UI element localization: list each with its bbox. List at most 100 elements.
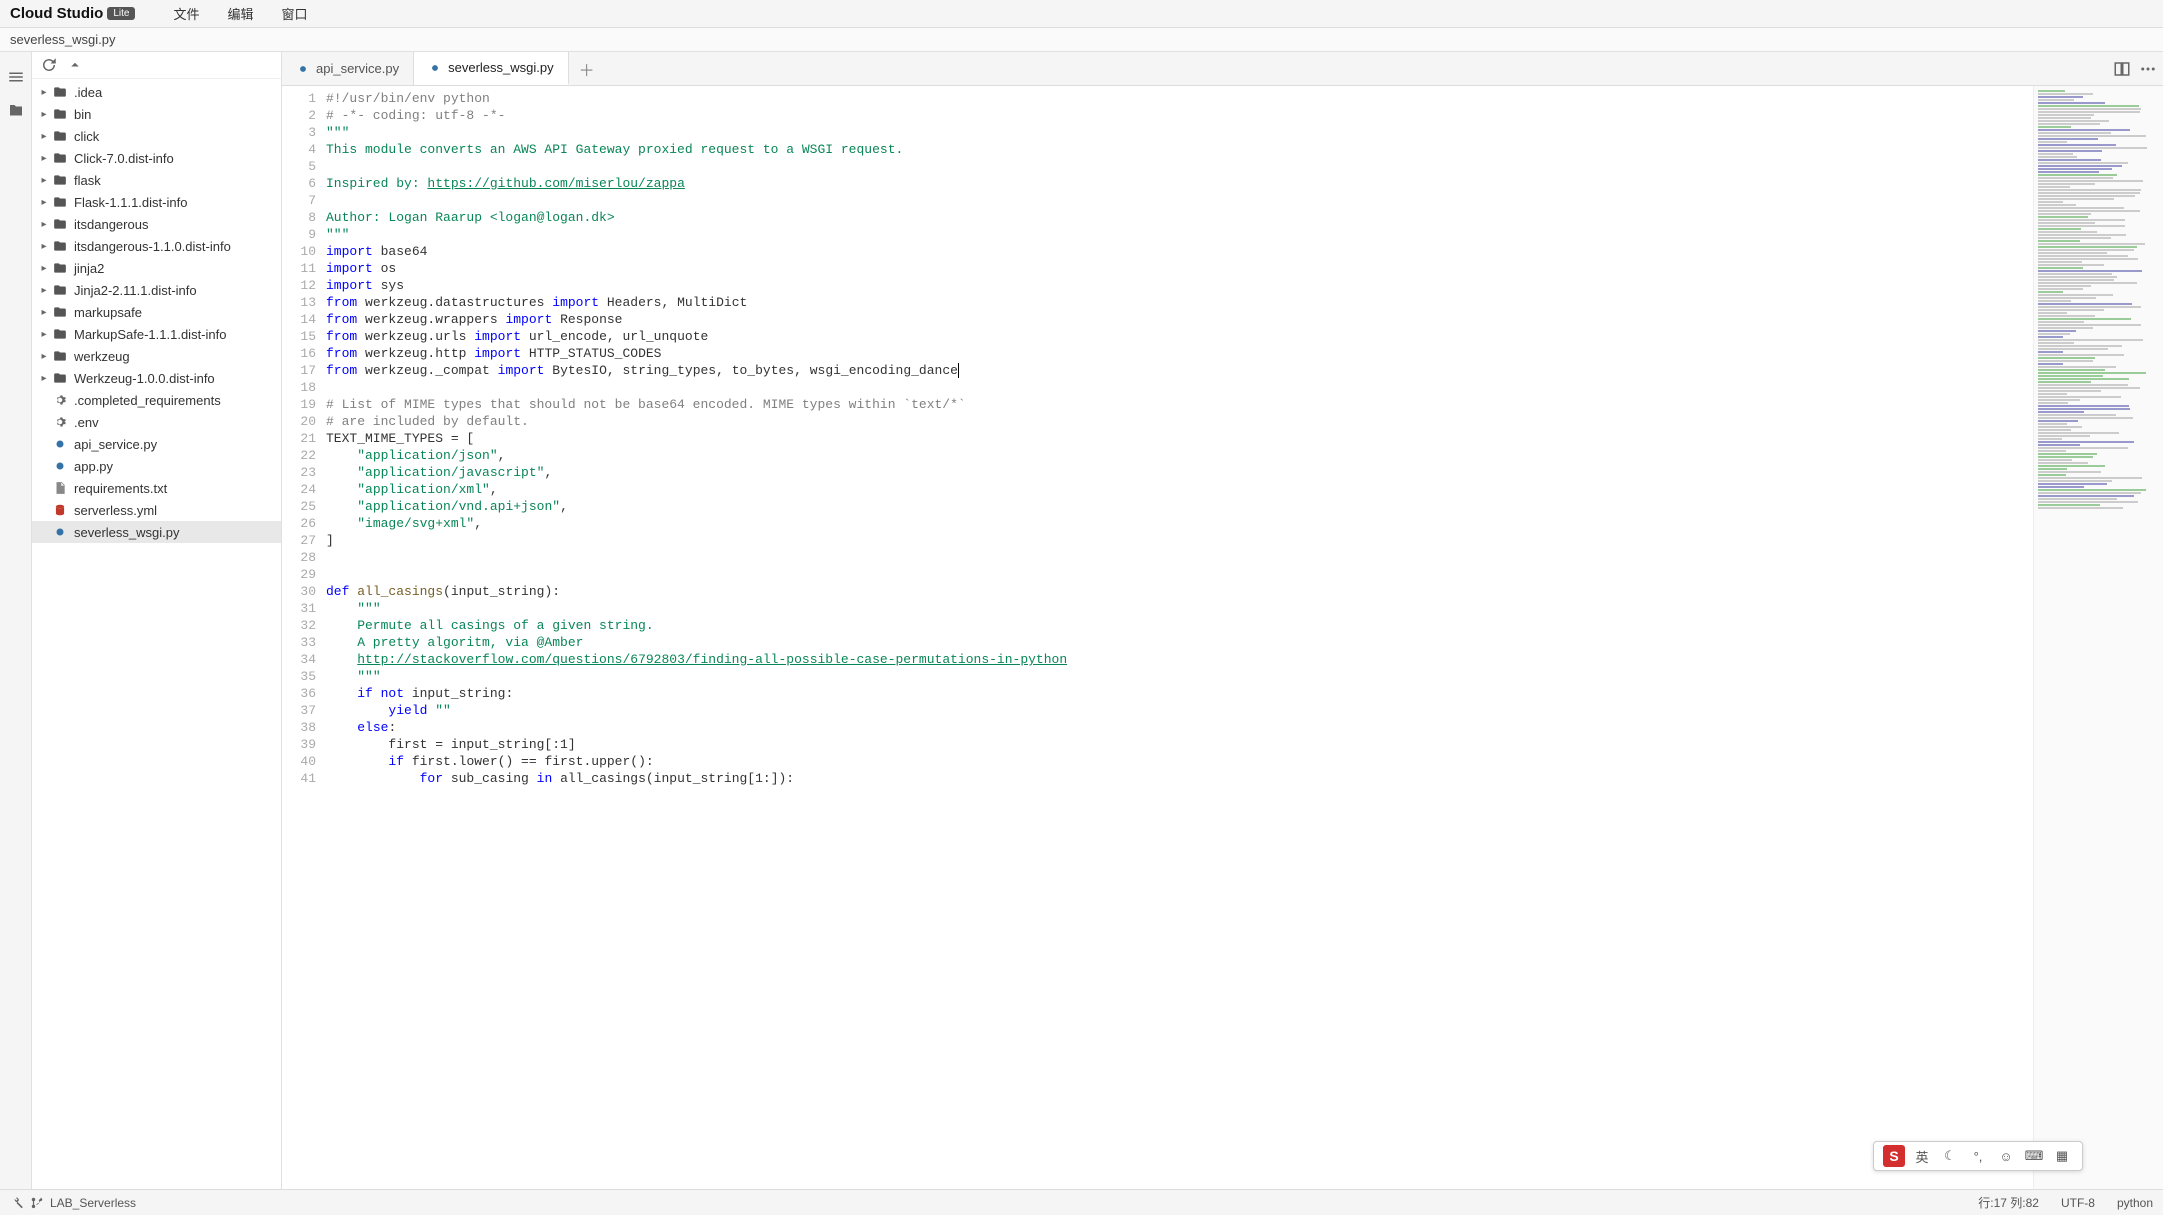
code-line[interactable]: 7 bbox=[282, 192, 2033, 209]
chevron-right-icon[interactable]: ▸ bbox=[38, 373, 50, 384]
ime-keyboard-icon[interactable]: ⌨ bbox=[2023, 1145, 2045, 1167]
code-line[interactable]: 30def all_casings(input_string): bbox=[282, 583, 2033, 600]
code-line[interactable]: 22 "application/json", bbox=[282, 447, 2033, 464]
chevron-right-icon[interactable]: ▸ bbox=[38, 197, 50, 208]
code-content[interactable]: # -*- coding: utf-8 -*- bbox=[326, 107, 505, 124]
ime-punct-icon[interactable]: °, bbox=[1967, 1145, 1989, 1167]
code-line[interactable]: 33 A pretty algoritm, via @Amber bbox=[282, 634, 2033, 651]
code-line[interactable]: 40 if first.lower() == first.upper(): bbox=[282, 753, 2033, 770]
chevron-right-icon[interactable]: ▸ bbox=[38, 285, 50, 296]
code-editor[interactable]: 1#!/usr/bin/env python2# -*- coding: utf… bbox=[282, 86, 2033, 1189]
code-content[interactable]: "application/vnd.api+json", bbox=[326, 498, 568, 515]
code-line[interactable]: 34 http://stackoverflow.com/questions/67… bbox=[282, 651, 2033, 668]
code-line[interactable]: 9""" bbox=[282, 226, 2033, 243]
code-content[interactable]: Author: Logan Raarup <logan@logan.dk> bbox=[326, 209, 615, 226]
code-line[interactable]: 15from werkzeug.urls import url_encode, … bbox=[282, 328, 2033, 345]
chevron-right-icon[interactable]: ▸ bbox=[38, 219, 50, 230]
code-line[interactable]: 38 else: bbox=[282, 719, 2033, 736]
code-line[interactable]: 36 if not input_string: bbox=[282, 685, 2033, 702]
refresh-icon[interactable] bbox=[40, 56, 58, 74]
code-line[interactable]: 39 first = input_string[:1] bbox=[282, 736, 2033, 753]
tree-item-flask[interactable]: ▸flask bbox=[32, 169, 281, 191]
code-line[interactable]: 21TEXT_MIME_TYPES = [ bbox=[282, 430, 2033, 447]
code-content[interactable]: # are included by default. bbox=[326, 413, 529, 430]
code-line[interactable]: 29 bbox=[282, 566, 2033, 583]
code-line[interactable]: 31 """ bbox=[282, 600, 2033, 617]
code-content[interactable]: from werkzeug.http import HTTP_STATUS_CO… bbox=[326, 345, 662, 362]
tree-item-Flask-1-1-1-dist-info[interactable]: ▸Flask-1.1.1.dist-info bbox=[32, 191, 281, 213]
code-content[interactable]: "image/svg+xml", bbox=[326, 515, 482, 532]
code-line[interactable]: 17from werkzeug._compat import BytesIO, … bbox=[282, 362, 2033, 379]
code-line[interactable]: 26 "image/svg+xml", bbox=[282, 515, 2033, 532]
code-line[interactable]: 18 bbox=[282, 379, 2033, 396]
chevron-right-icon[interactable]: ▸ bbox=[38, 153, 50, 164]
chevron-right-icon[interactable]: ▸ bbox=[38, 241, 50, 252]
split-editor-icon[interactable] bbox=[2113, 60, 2131, 78]
code-content[interactable]: first = input_string[:1] bbox=[326, 736, 576, 753]
code-line[interactable]: 16from werkzeug.http import HTTP_STATUS_… bbox=[282, 345, 2033, 362]
ime-toolbar[interactable]: S 英 ☾ °, ☺ ⌨ ▦ bbox=[1873, 1141, 2083, 1171]
code-content[interactable]: """ bbox=[326, 668, 381, 685]
more-icon[interactable] bbox=[2139, 60, 2157, 78]
code-content[interactable]: http://stackoverflow.com/questions/67928… bbox=[326, 651, 1067, 668]
code-content[interactable]: if first.lower() == first.upper(): bbox=[326, 753, 654, 770]
code-content[interactable]: else: bbox=[326, 719, 396, 736]
code-line[interactable]: 23 "application/javascript", bbox=[282, 464, 2033, 481]
tab-severless-wsgi-py[interactable]: severless_wsgi.py bbox=[414, 52, 569, 85]
menu-toggle-icon[interactable] bbox=[5, 66, 27, 88]
code-content[interactable]: "application/javascript", bbox=[326, 464, 552, 481]
tree-item--env[interactable]: .env bbox=[32, 411, 281, 433]
chevron-right-icon[interactable]: ▸ bbox=[38, 175, 50, 186]
code-content[interactable]: from werkzeug.datastructures import Head… bbox=[326, 294, 747, 311]
tree-item-requirements-txt[interactable]: requirements.txt bbox=[32, 477, 281, 499]
code-content[interactable]: ] bbox=[326, 532, 334, 549]
tree-item-itsdangerous[interactable]: ▸itsdangerous bbox=[32, 213, 281, 235]
code-content[interactable]: yield "" bbox=[326, 702, 451, 719]
code-content[interactable]: Permute all casings of a given string. bbox=[326, 617, 654, 634]
code-content[interactable]: from werkzeug.wrappers import Response bbox=[326, 311, 622, 328]
chevron-right-icon[interactable]: ▸ bbox=[38, 263, 50, 274]
collapse-icon[interactable] bbox=[66, 56, 84, 74]
code-line[interactable]: 27] bbox=[282, 532, 2033, 549]
tree-item-itsdangerous-1-1-0-dist-info[interactable]: ▸itsdangerous-1.1.0.dist-info bbox=[32, 235, 281, 257]
code-line[interactable]: 19# List of MIME types that should not b… bbox=[282, 396, 2033, 413]
chevron-right-icon[interactable]: ▸ bbox=[38, 87, 50, 98]
new-tab-button[interactable]: ＋ bbox=[569, 57, 605, 81]
cursor-position[interactable]: 行:17 列:82 bbox=[1978, 1194, 2039, 1211]
menu-window[interactable]: 窗口 bbox=[281, 4, 307, 23]
encoding-indicator[interactable]: UTF-8 bbox=[2061, 1196, 2095, 1210]
tree-item-severless-wsgi-py[interactable]: severless_wsgi.py bbox=[32, 521, 281, 543]
tree-item-bin[interactable]: ▸bin bbox=[32, 103, 281, 125]
tree-item-app-py[interactable]: app.py bbox=[32, 455, 281, 477]
chevron-right-icon[interactable]: ▸ bbox=[38, 131, 50, 142]
code-content[interactable]: if not input_string: bbox=[326, 685, 513, 702]
tree-item-werkzeug[interactable]: ▸werkzeug bbox=[32, 345, 281, 367]
tree-item-Click-7-0-dist-info[interactable]: ▸Click-7.0.dist-info bbox=[32, 147, 281, 169]
tree-item--idea[interactable]: ▸.idea bbox=[32, 81, 281, 103]
code-line[interactable]: 11import os bbox=[282, 260, 2033, 277]
code-content[interactable]: "application/xml", bbox=[326, 481, 498, 498]
code-content[interactable]: import base64 bbox=[326, 243, 427, 260]
chevron-right-icon[interactable]: ▸ bbox=[38, 109, 50, 120]
tree-item--completed-requirements[interactable]: .completed_requirements bbox=[32, 389, 281, 411]
ime-grid-icon[interactable]: ▦ bbox=[2051, 1145, 2073, 1167]
tree-item-click[interactable]: ▸click bbox=[32, 125, 281, 147]
tree-item-markupsafe[interactable]: ▸markupsafe bbox=[32, 301, 281, 323]
code-line[interactable]: 10import base64 bbox=[282, 243, 2033, 260]
tree-item-Jinja2-2-11-1-dist-info[interactable]: ▸Jinja2-2.11.1.dist-info bbox=[32, 279, 281, 301]
code-content[interactable]: Inspired by: https://github.com/miserlou… bbox=[326, 175, 685, 192]
code-line[interactable]: 3""" bbox=[282, 124, 2033, 141]
code-content[interactable]: "application/json", bbox=[326, 447, 505, 464]
code-content[interactable]: """ bbox=[326, 600, 381, 617]
code-content[interactable]: TEXT_MIME_TYPES = [ bbox=[326, 430, 474, 447]
ime-sogou-icon[interactable]: S bbox=[1883, 1145, 1905, 1167]
ime-moon-icon[interactable]: ☾ bbox=[1939, 1145, 1961, 1167]
code-line[interactable]: 32 Permute all casings of a given string… bbox=[282, 617, 2033, 634]
code-line[interactable]: 12import sys bbox=[282, 277, 2033, 294]
code-content[interactable]: #!/usr/bin/env python bbox=[326, 90, 490, 107]
branch-icon[interactable] bbox=[30, 1196, 44, 1210]
project-name[interactable]: LAB_Serverless bbox=[50, 1196, 136, 1210]
code-line[interactable]: 6Inspired by: https://github.com/miserlo… bbox=[282, 175, 2033, 192]
chevron-right-icon[interactable]: ▸ bbox=[38, 329, 50, 340]
code-line[interactable]: 13from werkzeug.datastructures import He… bbox=[282, 294, 2033, 311]
